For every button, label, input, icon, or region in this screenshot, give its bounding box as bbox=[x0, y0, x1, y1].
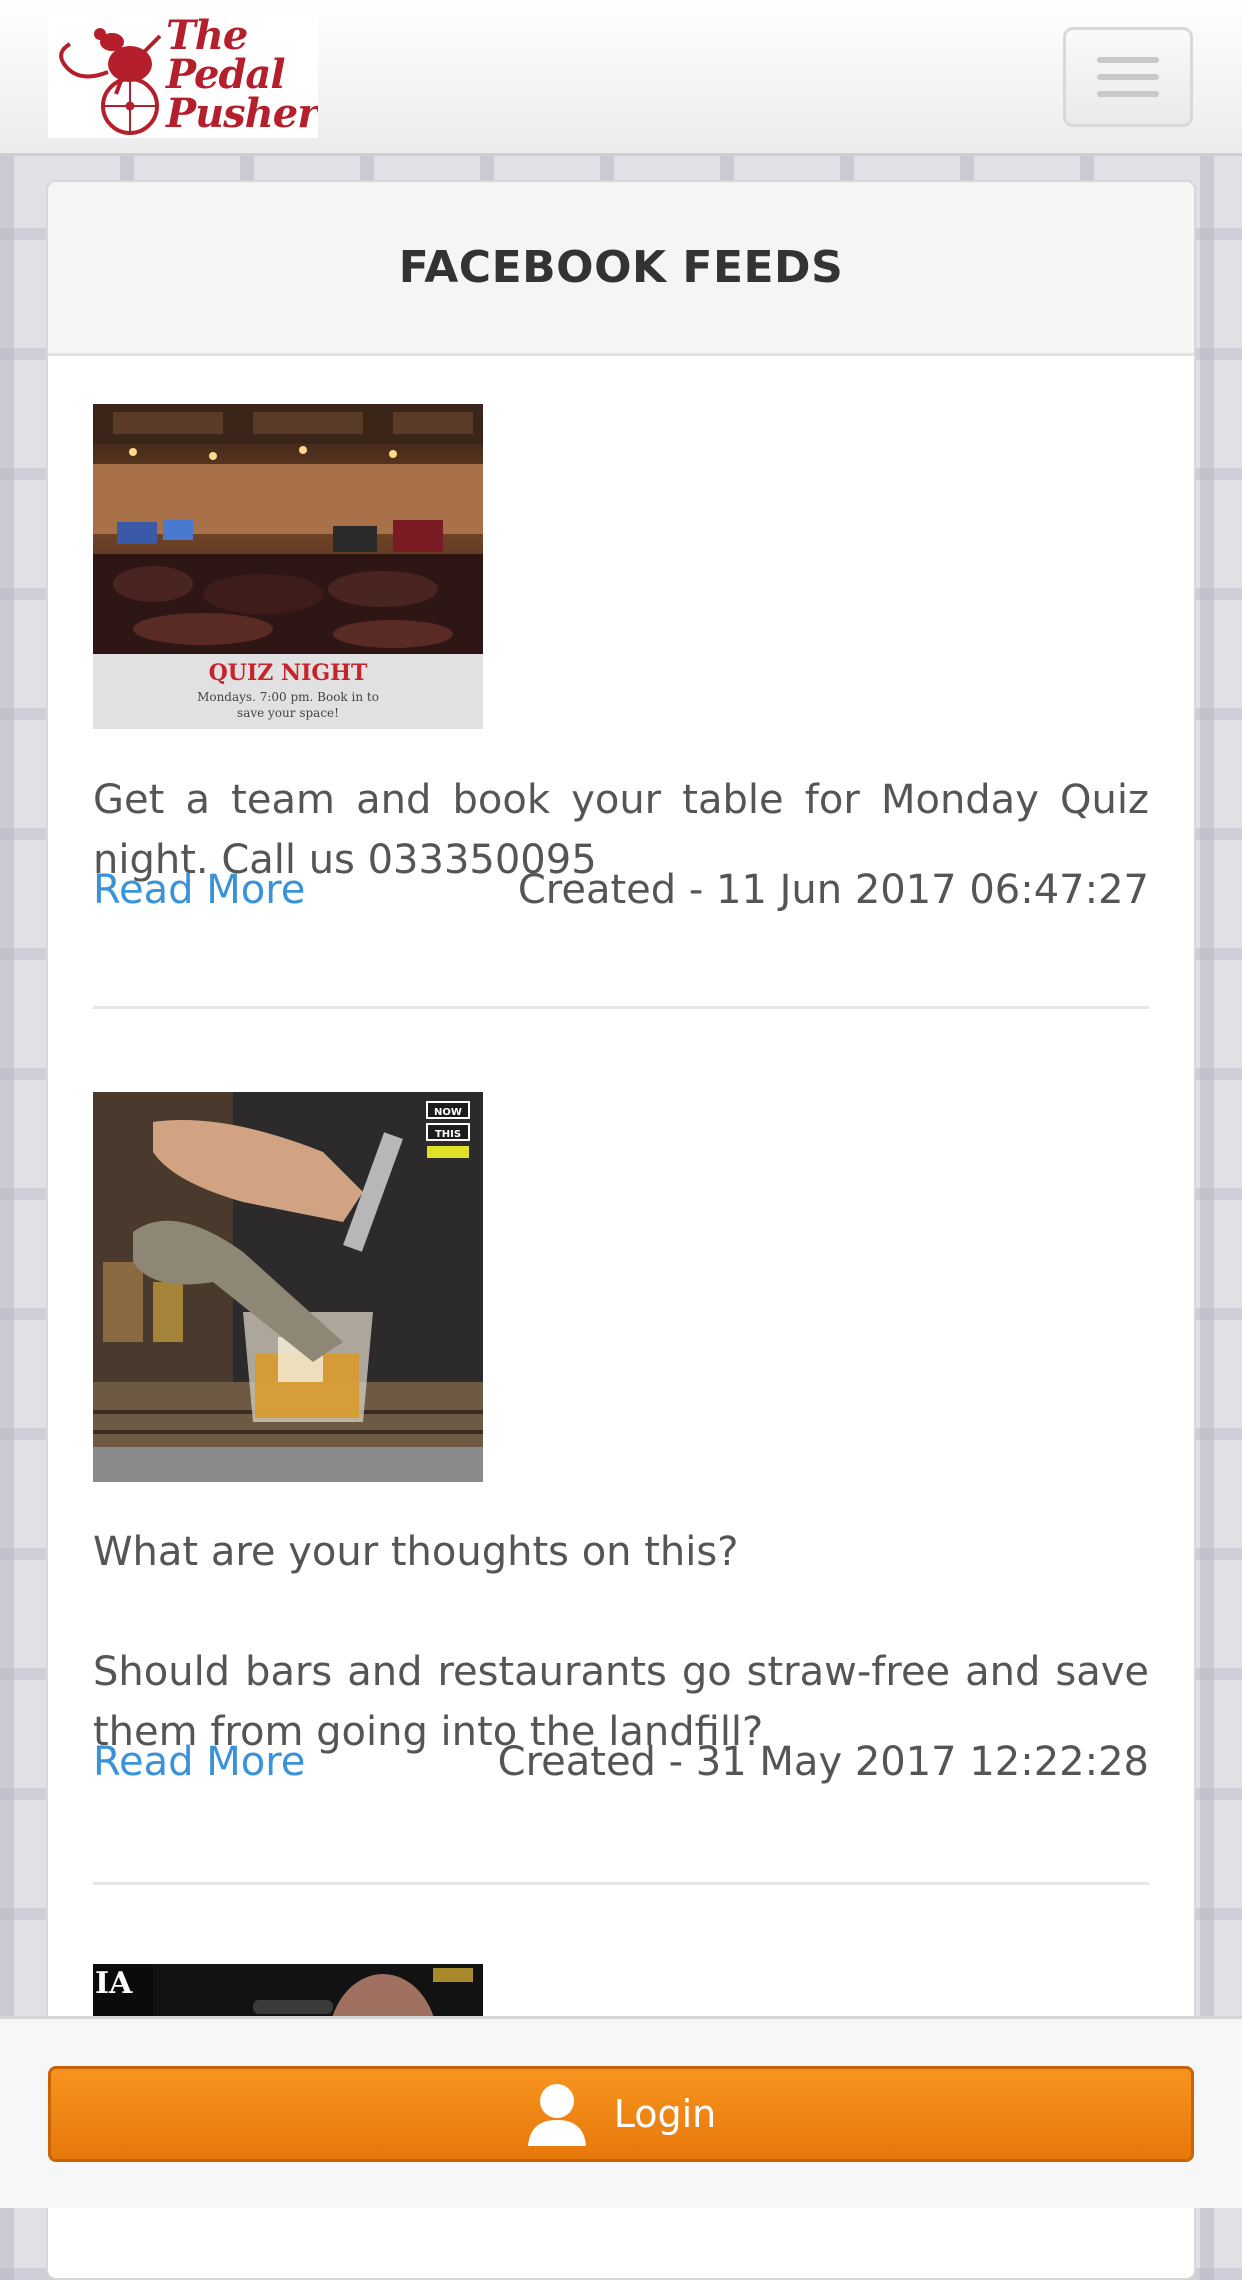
created-timestamp: Created - 11 Jun 2017 06:47:27 bbox=[517, 867, 1149, 913]
post-divider bbox=[93, 1006, 1149, 1009]
login-label: Login bbox=[613, 2092, 717, 2136]
menu-toggle-button[interactable] bbox=[1063, 27, 1193, 127]
post-divider bbox=[93, 1882, 1149, 1885]
image-caption-text: Mondays. 7:00 pm. Book in to save your s… bbox=[197, 690, 379, 720]
page-title: FACEBOOK FEEDS bbox=[398, 242, 844, 293]
created-timestamp: Created - 31 May 2017 12:22:28 bbox=[497, 1739, 1149, 1785]
post-image[interactable]: NOW THIS bbox=[93, 1092, 483, 1482]
post-text: What are your thoughts on this? bbox=[93, 1529, 739, 1575]
feed-post: NOW THIS What are your thoughts on this?… bbox=[93, 1092, 1149, 1972]
bartender-photo-icon bbox=[93, 1092, 483, 1482]
brand-logo[interactable]: The Pedal Pusher bbox=[48, 14, 318, 138]
footer-bar: Login bbox=[0, 2016, 1242, 2208]
read-more-link[interactable]: Read More bbox=[93, 860, 305, 920]
login-button[interactable]: Login bbox=[48, 2066, 1194, 2162]
read-more-link[interactable]: Read More bbox=[93, 1732, 305, 1792]
now-this-badge: NOW THIS bbox=[427, 1102, 469, 1146]
badge-line: NOW bbox=[434, 1107, 462, 1118]
logo-text: The Pedal Pusher bbox=[166, 14, 318, 137]
badge-line: THIS bbox=[434, 1129, 462, 1140]
facebook-feeds-panel: FACEBOOK FEEDS QUIZ NIGHT Mondays. 7:00 … bbox=[46, 180, 1196, 2280]
user-icon bbox=[527, 2084, 586, 2146]
post-image[interactable]: QUIZ NIGHT Mondays. 7:00 pm. Book in to … bbox=[93, 404, 483, 729]
image-overlay-text: IA bbox=[95, 1966, 133, 2001]
navbar: The Pedal Pusher bbox=[0, 0, 1242, 156]
image-caption-title: QUIZ NIGHT bbox=[208, 660, 368, 686]
panel-header: FACEBOOK FEEDS bbox=[48, 182, 1194, 356]
